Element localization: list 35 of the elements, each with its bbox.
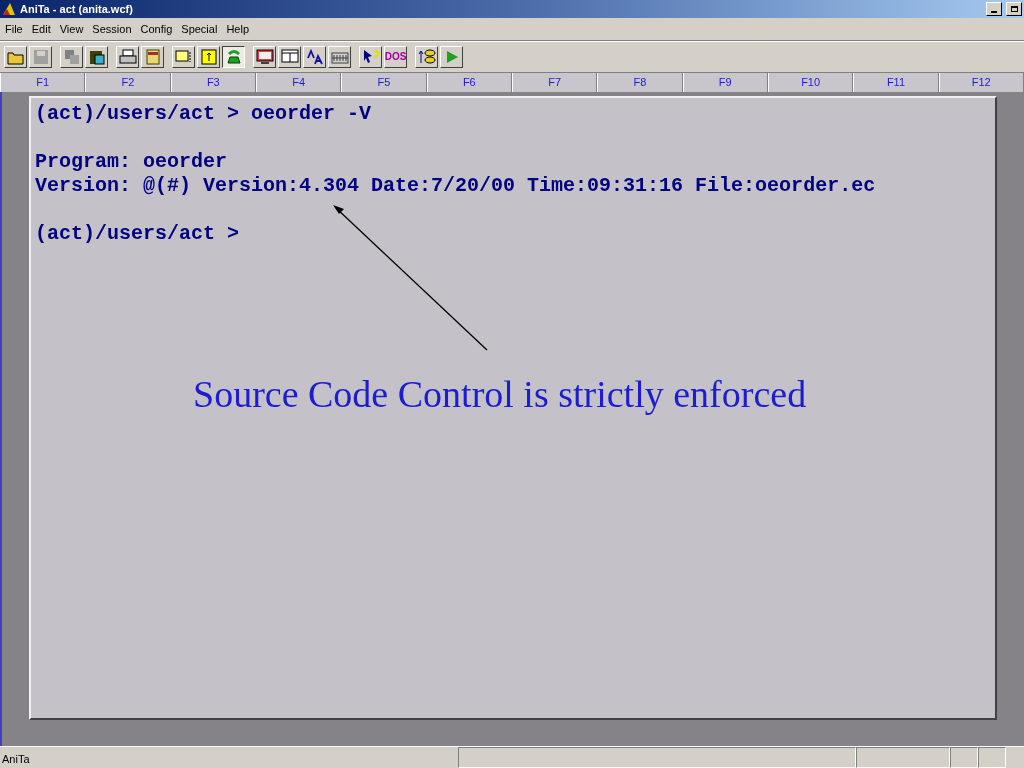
window-icon (280, 49, 299, 65)
restore-button[interactable] (1006, 2, 1022, 16)
terminal-line: (act)/users/act > oeorder -V (35, 102, 373, 126)
terminal-line: (act)/users/act > (35, 222, 241, 246)
minimize-button[interactable] (986, 2, 1002, 16)
toolbar-button[interactable] (222, 46, 245, 68)
document-icon (144, 49, 161, 65)
copy-icon (63, 49, 80, 65)
help-pointer-icon (361, 49, 380, 65)
app-logo-icon (2, 2, 16, 16)
menu-item[interactable]: Config (140, 20, 173, 38)
menu-item[interactable]: File (5, 20, 23, 38)
clipboard-icon (88, 49, 105, 65)
scroll-icon (199, 49, 218, 65)
status-text: AniTa (1, 752, 31, 767)
menu-item[interactable]: Help (226, 20, 249, 38)
terminal-line: Program: oeorder (35, 150, 229, 174)
monitor-icon (255, 49, 274, 65)
folder-icon (6, 49, 25, 65)
database-icon (417, 49, 436, 65)
font-icon (305, 49, 324, 65)
phone-icon (224, 49, 243, 65)
dos-label: DOS (384, 52, 407, 62)
terminal-line: Version: @(#) Version:4.304 Date:7/20/00 Time:09:31:16 File:oeorder.ec (35, 174, 877, 198)
window-title: AniTa - act (anita.wcf) (20, 1, 133, 17)
menu-item[interactable]: Edit (31, 20, 51, 38)
play-icon (444, 49, 459, 65)
frame-icon (174, 49, 193, 65)
toolbar-button[interactable]: DOS (384, 46, 407, 68)
menu-item[interactable]: Session (92, 20, 132, 38)
menu-item[interactable]: Special (181, 20, 218, 38)
annotation-text: Source Code Control is strictly enforced (193, 372, 807, 417)
printer-icon (118, 49, 137, 65)
menu-item[interactable]: View (59, 20, 84, 38)
keyboard-icon (330, 49, 349, 65)
